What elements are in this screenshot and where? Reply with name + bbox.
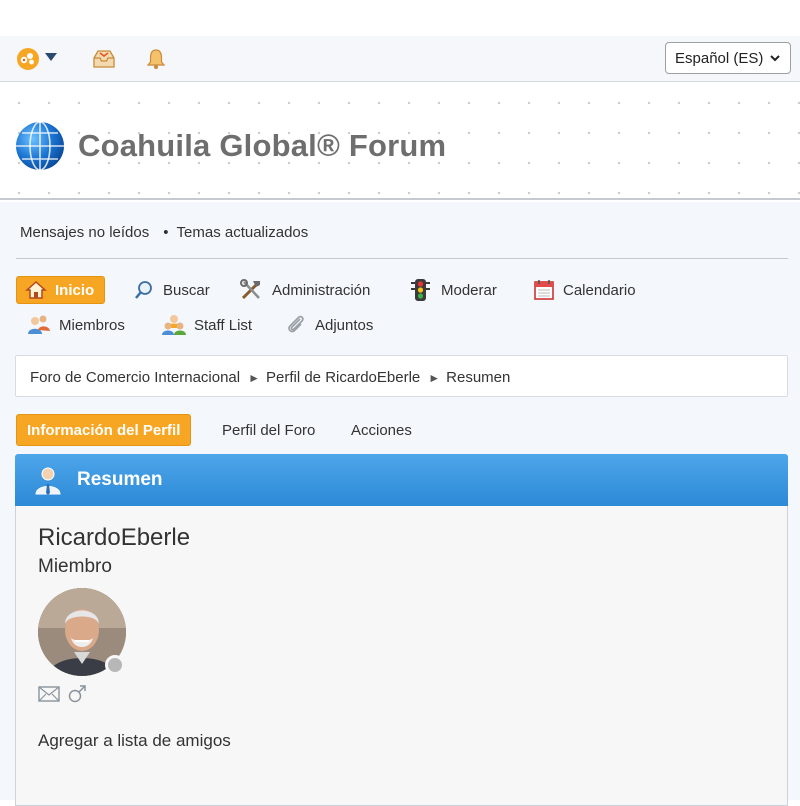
breadcrumb-arrow-icon: ► xyxy=(248,371,260,385)
calendar-icon xyxy=(534,280,554,300)
username: RicardoEberle xyxy=(38,524,191,551)
unread-messages-link[interactable]: Mensajes no leídos xyxy=(20,224,149,241)
globe-logo-icon[interactable] xyxy=(15,121,65,171)
summary-panel-body: RicardoEberle Miembro Agregar a lista de… xyxy=(15,506,788,806)
user-icon xyxy=(35,467,61,495)
site-title[interactable]: Coahuila Global® Forum xyxy=(78,128,446,164)
updated-topics-link[interactable]: Temas actualizados xyxy=(177,224,309,241)
nav-moderate[interactable]: Moderar xyxy=(408,276,497,304)
nav-admin[interactable]: Administración xyxy=(239,276,370,304)
panel-title: Resumen xyxy=(77,469,163,490)
inbox-icon[interactable] xyxy=(91,46,117,72)
main-content: Mensajes no leídos • Temas actualizados In… xyxy=(0,202,800,806)
traffic-light-icon xyxy=(411,279,430,301)
nav-staff-list[interactable]: Staff List xyxy=(162,311,252,339)
site-banner: Coahuila Global® Forum xyxy=(0,82,800,200)
search-icon xyxy=(135,281,152,299)
breadcrumb-current: Resumen xyxy=(446,369,511,386)
divider xyxy=(16,258,788,259)
select-chevron-icon xyxy=(770,55,780,62)
breadcrumb-forum[interactable]: Foro de Comercio Internacional xyxy=(30,369,240,386)
tab-actions[interactable]: Acciones xyxy=(351,414,412,446)
members-icon xyxy=(28,315,50,334)
user-role: Miembro xyxy=(38,556,112,577)
forum-logo-icon[interactable] xyxy=(15,46,41,72)
breadcrumb-profile[interactable]: Perfil de RicardoEberle xyxy=(266,369,420,386)
language-select[interactable]: Español (ES) xyxy=(665,42,791,74)
nav-search[interactable]: Buscar xyxy=(133,276,210,304)
nav-home[interactable]: Inicio xyxy=(16,276,106,304)
staff-icon xyxy=(162,315,186,335)
nav-attachments[interactable]: Adjuntos xyxy=(285,311,373,339)
nav-members[interactable]: Miembros xyxy=(27,311,125,339)
summary-panel-header: Resumen xyxy=(15,454,788,506)
tools-icon xyxy=(240,279,260,300)
top-toolbar: Español (ES) xyxy=(0,36,800,82)
bell-icon[interactable] xyxy=(143,46,169,72)
separator-dot: • xyxy=(163,224,169,241)
home-icon xyxy=(25,280,47,299)
male-gender-icon xyxy=(68,685,86,703)
tab-forum-profile[interactable]: Perfil del Foro xyxy=(222,414,315,446)
status-indicator xyxy=(105,655,125,675)
breadcrumb: Foro de Comercio Internacional ► Perfil de… xyxy=(15,355,788,397)
add-friend-link[interactable]: Agregar a lista de amigos xyxy=(38,731,231,751)
chevron-down-icon[interactable] xyxy=(44,50,58,64)
breadcrumb-arrow-icon: ► xyxy=(428,371,441,385)
quick-links: Mensajes no leídos • Temas actualizados xyxy=(20,224,314,241)
paperclip-icon xyxy=(288,315,304,333)
tab-profile-info[interactable]: Información del Perfil xyxy=(16,414,192,446)
mail-icon[interactable] xyxy=(38,686,60,702)
nav-calendar[interactable]: Calendario xyxy=(533,276,636,304)
